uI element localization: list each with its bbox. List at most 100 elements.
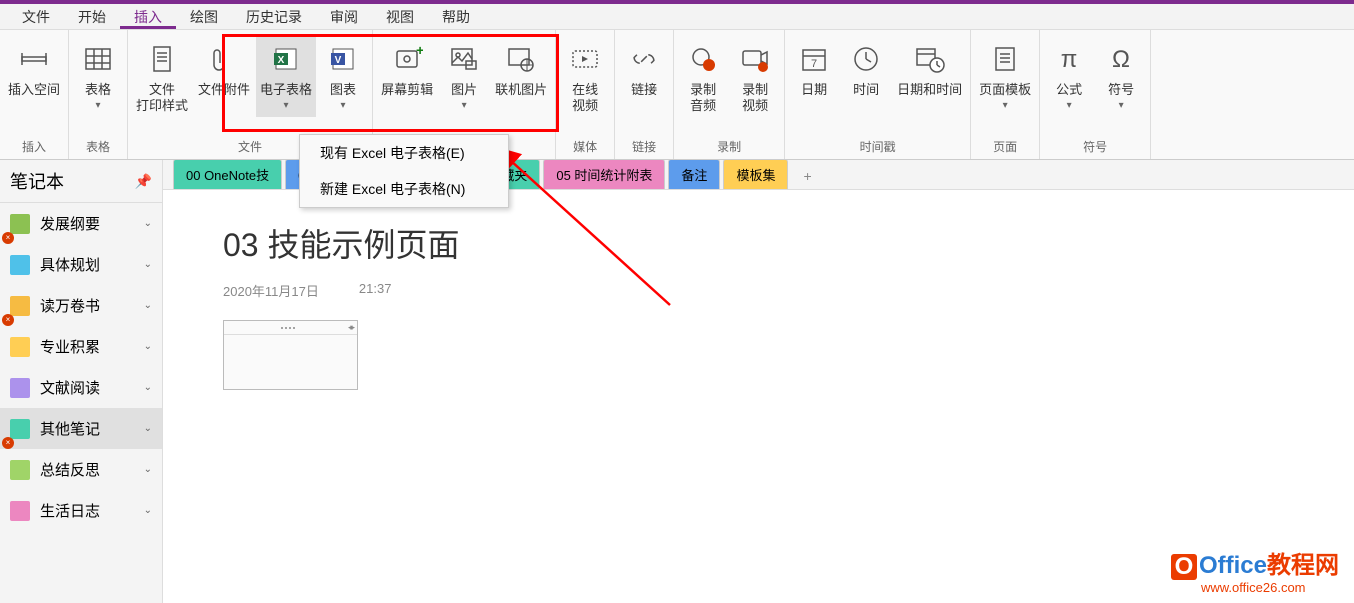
screen-clip-button[interactable]: +屏幕剪辑 xyxy=(377,34,437,104)
section-item-发展纲要[interactable]: 发展纲要⌄× xyxy=(0,203,162,244)
record-video-icon xyxy=(736,40,774,78)
tab-5[interactable]: 备注 xyxy=(668,159,720,189)
section-name: 具体规划 xyxy=(40,254,144,275)
svg-text:V: V xyxy=(335,55,342,66)
svg-text:Ω: Ω xyxy=(1112,46,1130,73)
dropdown-new-excel[interactable]: 新建 Excel 电子表格(N) xyxy=(300,171,508,207)
record-audio-button[interactable]: 录制 音频 xyxy=(678,34,728,119)
equation-label: 公式 xyxy=(1056,82,1082,98)
pin-icon[interactable]: 📌 xyxy=(135,173,152,190)
chevron-down-icon: ▾ xyxy=(341,100,346,111)
notebook-sidebar: 笔记本 📌 发展纲要⌄×具体规划⌄读万卷书⌄×专业积累⌄文献阅读⌄其他笔记⌄×总… xyxy=(0,160,163,603)
spreadsheet-icon: X xyxy=(267,40,305,78)
datetime-icon xyxy=(911,40,949,78)
spreadsheet-button[interactable]: X电子表格▾ xyxy=(256,34,316,117)
section-item-生活日志[interactable]: 生活日志⌄ xyxy=(0,490,162,531)
time-button[interactable]: 时间 xyxy=(841,34,891,104)
ribbon-group-时间戳: 7 日期时间日期和时间时间戳 xyxy=(785,30,971,159)
embedded-header[interactable]: ◂▸ xyxy=(224,321,357,335)
image-button[interactable]: 图片▾ xyxy=(439,34,489,117)
tab-6[interactable]: 模板集 xyxy=(723,159,788,189)
spreadsheet-dropdown: 现有 Excel 电子表格(E) 新建 Excel 电子表格(N) xyxy=(299,134,509,208)
date-button[interactable]: 7 日期 xyxy=(789,34,839,104)
page-content[interactable]: 03 技能示例页面 2020年11月17日 21:37 ◂▸ xyxy=(163,190,1354,603)
menu-开始[interactable]: 开始 xyxy=(64,4,120,29)
chevron-down-icon: ▾ xyxy=(1119,100,1124,111)
dropdown-existing-excel[interactable]: 现有 Excel 电子表格(E) xyxy=(300,135,508,171)
online-image-button[interactable]: 联机图片 xyxy=(491,34,551,104)
embedded-spreadsheet[interactable]: ◂▸ xyxy=(223,320,358,390)
resize-arrows-icon[interactable]: ◂▸ xyxy=(348,322,353,333)
insert-space-label: 插入空间 xyxy=(8,82,60,98)
ribbon-group-表格: 表格▾ 表格 xyxy=(69,30,128,159)
symbol-button[interactable]: Ω符号▾ xyxy=(1096,34,1146,117)
svg-text:7: 7 xyxy=(811,58,817,70)
section-item-其他笔记[interactable]: 其他笔记⌄ × xyxy=(0,408,162,449)
file-attachment-button[interactable]: 文件附件 xyxy=(194,34,254,104)
tab-4[interactable]: 05 时间统计附表 xyxy=(543,159,665,189)
menu-视图[interactable]: 视图 xyxy=(372,4,428,29)
group-label: 符号 xyxy=(1044,136,1146,159)
insert-space-button[interactable]: 插入空间 xyxy=(4,34,64,104)
file-printout-button[interactable]: 文件 打印样式 xyxy=(132,34,192,119)
section-item-总结反思[interactable]: 总结反思⌄ xyxy=(0,449,162,490)
group-label: 媒体 xyxy=(560,136,610,159)
time-icon xyxy=(847,40,885,78)
watermark-url: www.office26.com xyxy=(1201,580,1339,595)
add-tab-button[interactable]: + xyxy=(791,163,823,189)
menu-审阅[interactable]: 审阅 xyxy=(316,4,372,29)
close-icon[interactable]: × xyxy=(2,437,14,449)
chevron-down-icon: ⌄ xyxy=(144,423,152,434)
section-item-文献阅读[interactable]: 文献阅读⌄ xyxy=(0,367,162,408)
record-video-label: 录制 视频 xyxy=(742,82,768,113)
section-item-读万卷书[interactable]: 读万卷书⌄× xyxy=(0,285,162,326)
insert-space-icon xyxy=(15,40,53,78)
menu-插入[interactable]: 插入 xyxy=(120,4,176,29)
group-label: 时间戳 xyxy=(789,136,966,159)
sidebar-header[interactable]: 笔记本 📌 xyxy=(0,160,162,203)
equation-button[interactable]: π公式▾ xyxy=(1044,34,1094,117)
close-icon[interactable]: × xyxy=(2,314,14,326)
file-attachment-label: 文件附件 xyxy=(198,82,250,98)
equation-icon: π xyxy=(1050,40,1088,78)
datetime-button[interactable]: 日期和时间 xyxy=(893,34,966,104)
screen-clip-label: 屏幕剪辑 xyxy=(381,82,433,98)
chevron-down-icon: ⌄ xyxy=(144,341,152,352)
section-name: 发展纲要 xyxy=(40,213,144,234)
section-color-icon xyxy=(10,501,30,521)
online-video-icon xyxy=(566,40,604,78)
chart-button[interactable]: V图表▾ xyxy=(318,34,368,117)
record-audio-icon xyxy=(684,40,722,78)
ribbon-group-链接: 链接链接 xyxy=(615,30,674,159)
link-icon xyxy=(625,40,663,78)
ribbon: 插入空间插入表格▾表格文件 打印样式文件附件X电子表格▾V图表▾文件+屏幕剪辑图… xyxy=(0,30,1354,160)
menu-文件[interactable]: 文件 xyxy=(8,4,64,29)
group-label: 表格 xyxy=(73,136,123,159)
menu-历史记录[interactable]: 历史记录 xyxy=(232,4,316,29)
section-name: 文献阅读 xyxy=(40,377,144,398)
record-video-button[interactable]: 录制 视频 xyxy=(730,34,780,119)
group-label: 录制 xyxy=(678,136,780,159)
section-item-具体规划[interactable]: 具体规划⌄ xyxy=(0,244,162,285)
section-color-icon xyxy=(10,255,30,275)
table-button[interactable]: 表格▾ xyxy=(73,34,123,117)
menu-绘图[interactable]: 绘图 xyxy=(176,4,232,29)
ribbon-group-录制: 录制 音频录制 视频录制 xyxy=(674,30,785,159)
chevron-down-icon: ⌄ xyxy=(144,464,152,475)
date-label: 日期 xyxy=(801,82,827,98)
section-name: 其他笔记 xyxy=(40,418,144,439)
page-title[interactable]: 03 技能示例页面 xyxy=(223,220,1294,266)
menu-帮助[interactable]: 帮助 xyxy=(428,4,484,29)
tab-0[interactable]: 00 OneNote技 xyxy=(173,159,282,189)
section-name: 总结反思 xyxy=(40,459,144,480)
link-button[interactable]: 链接 xyxy=(619,34,669,104)
link-label: 链接 xyxy=(631,82,657,98)
chevron-down-icon: ▾ xyxy=(1003,100,1008,111)
section-item-专业积累[interactable]: 专业积累⌄ xyxy=(0,326,162,367)
close-icon[interactable]: × xyxy=(2,232,14,244)
chevron-down-icon: ▾ xyxy=(462,100,467,111)
watermark: OOffice教程网 www.office26.com xyxy=(1171,545,1339,595)
section-list: 发展纲要⌄×具体规划⌄读万卷书⌄×专业积累⌄文献阅读⌄其他笔记⌄×总结反思⌄生活… xyxy=(0,203,162,603)
page-template-button[interactable]: 页面模板▾ xyxy=(975,34,1035,117)
online-video-button[interactable]: 在线 视频 xyxy=(560,34,610,119)
